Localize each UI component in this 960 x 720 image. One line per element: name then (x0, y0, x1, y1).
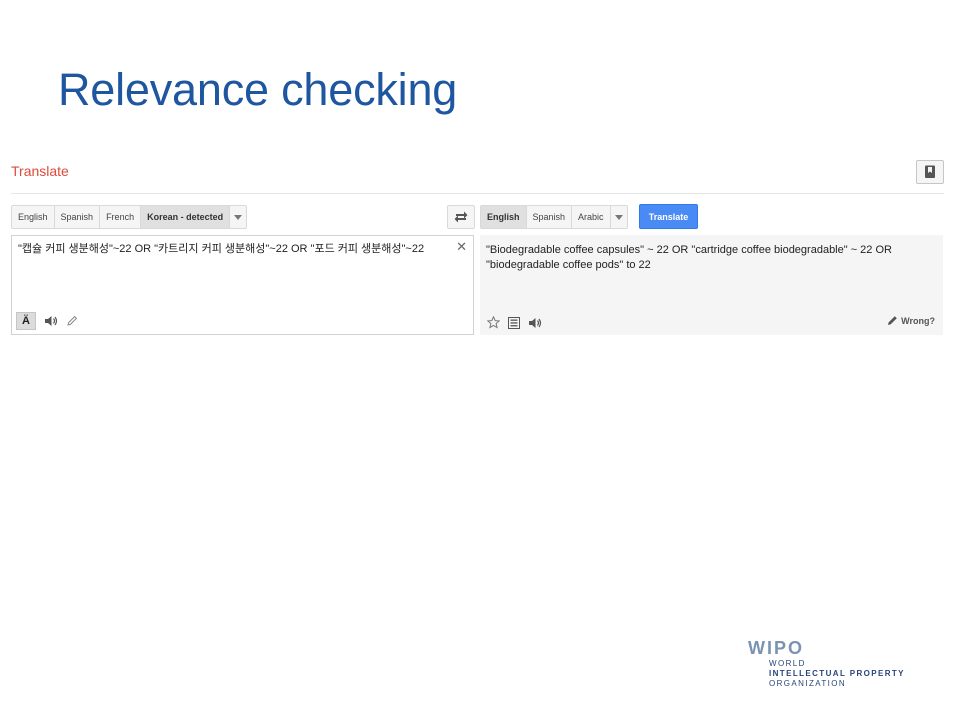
logo-mark: WIPO (748, 638, 804, 658)
logo-line-world: WORLD (769, 659, 806, 668)
target-tab-english[interactable]: English (481, 206, 527, 228)
translate-button[interactable]: Translate (639, 204, 698, 229)
target-tab-arabic[interactable]: Arabic (572, 206, 611, 228)
copy-list-icon[interactable] (508, 316, 520, 329)
speaker-icon[interactable] (528, 317, 542, 329)
logo-line-organization: ORGANIZATION (769, 679, 847, 688)
chevron-down-icon (614, 214, 623, 220)
target-tab-spanish[interactable]: Spanish (527, 206, 573, 228)
app-title: Translate (11, 163, 69, 179)
wipo-logo: WIPO WORLD INTELLECTUAL PROPERTY ORGANIZ… (748, 638, 905, 689)
star-icon[interactable] (487, 316, 500, 329)
slide-title: Relevance checking (58, 64, 458, 115)
wrong-feedback-link[interactable]: Wrong? (887, 315, 935, 326)
target-language-bar: English Spanish Arabic (480, 205, 628, 229)
phrasebook-button[interactable] (916, 160, 944, 184)
logo-line-intellectual-property: INTELLECTUAL PROPERTY (769, 669, 905, 678)
source-tab-spanish[interactable]: Spanish (55, 206, 101, 228)
source-toolbar: Ä (16, 312, 78, 330)
target-language-dropdown[interactable] (611, 206, 627, 228)
translation-result: "Biodegradable coffee capsules" ~ 22 OR … (480, 235, 943, 335)
swap-icon (454, 211, 468, 223)
chevron-down-icon (234, 214, 243, 220)
source-language-dropdown[interactable] (230, 206, 246, 228)
source-tab-korean-detected[interactable]: Korean - detected (141, 206, 231, 228)
pencil-icon (888, 316, 897, 325)
result-toolbar (487, 316, 542, 329)
pencil-icon[interactable] (66, 315, 78, 327)
source-tab-french[interactable]: French (100, 206, 142, 228)
input-tools-button[interactable]: Ä (16, 312, 36, 330)
source-text[interactable]: "캡슐 커피 생분해성"~22 OR "카트리지 커피 생분해성"~22 OR … (18, 242, 448, 256)
bookmark-icon (925, 165, 935, 178)
result-text: "Biodegradable coffee capsules" ~ 22 OR … (486, 244, 892, 271)
close-icon[interactable]: ✕ (456, 239, 467, 255)
source-text-input[interactable]: "캡슐 커피 생분해성"~22 OR "카트리지 커피 생분해성"~22 OR … (11, 235, 474, 335)
source-language-bar: English Spanish French Korean - detected (11, 205, 248, 229)
swap-languages-button[interactable] (447, 205, 475, 229)
wrong-label: Wrong? (901, 315, 935, 326)
source-tab-english[interactable]: English (12, 206, 55, 228)
translate-header: Translate (11, 157, 944, 194)
translate-widget: Translate English Spanish French Korean … (11, 157, 944, 337)
speaker-icon[interactable] (44, 315, 58, 327)
